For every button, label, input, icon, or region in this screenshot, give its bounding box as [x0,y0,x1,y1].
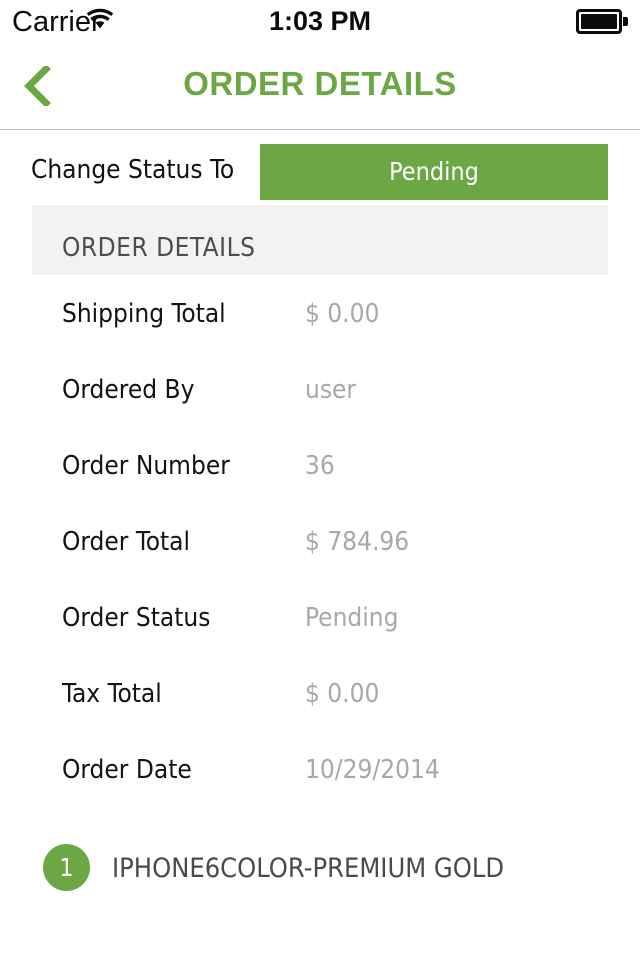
detail-value: $ 0.00 [305,299,380,329]
table-row: Order Date 10/29/2014 [0,731,640,807]
detail-value: 10/29/2014 [305,755,440,785]
order-details-section-header: ORDER DETAILS [32,205,608,275]
detail-value: user [305,375,357,405]
navigation-bar: ORDER DETAILS [0,44,640,130]
section-header-label: ORDER DETAILS [62,233,256,263]
table-row: Order Number 36 [0,427,640,503]
battery-full-icon [576,9,628,34]
clock-label: 1:03 PM [268,6,372,36]
detail-label: Ordered By [62,375,195,405]
detail-label: Tax Total [62,679,162,709]
table-row: Shipping Total $ 0.00 [0,275,640,351]
page-title: ORDER DETAILS [183,65,457,102]
table-row: Ordered By user [0,351,640,427]
change-status-button-label: Pending [389,157,479,186]
detail-label: Order Number [62,451,230,481]
table-row: Tax Total $ 0.00 [0,655,640,731]
table-row: Order Total $ 784.96 [0,503,640,579]
detail-label: Order Status [62,603,211,633]
detail-label: Shipping Total [62,299,226,329]
ios-status-bar: Carrier 1:03 PM [0,0,640,44]
detail-value: 36 [305,451,335,481]
detail-label: Order Date [62,755,192,785]
order-details-list: Shipping Total $ 0.00 Ordered By user Or… [0,275,640,807]
detail-label: Order Total [62,527,191,557]
quantity-badge: 1 [43,844,90,891]
line-item-name: IPHONE6COLOR-PREMIUM GOLD [112,853,505,884]
change-status-row: Change Status To Pending [0,131,640,205]
detail-value: Pending [305,603,399,633]
table-row: Order Status Pending [0,579,640,655]
list-item[interactable]: 1 IPHONE6COLOR-PREMIUM GOLD [0,828,640,908]
quantity-badge-label: 1 [59,853,74,882]
change-status-button[interactable]: Pending [260,144,608,200]
detail-value: $ 0.00 [305,679,380,709]
change-status-label: Change Status To [31,155,235,185]
app-screen: Carrier 1:03 PM ORDER DETAILS Change Sta [0,0,640,960]
detail-value: $ 784.96 [305,527,410,557]
